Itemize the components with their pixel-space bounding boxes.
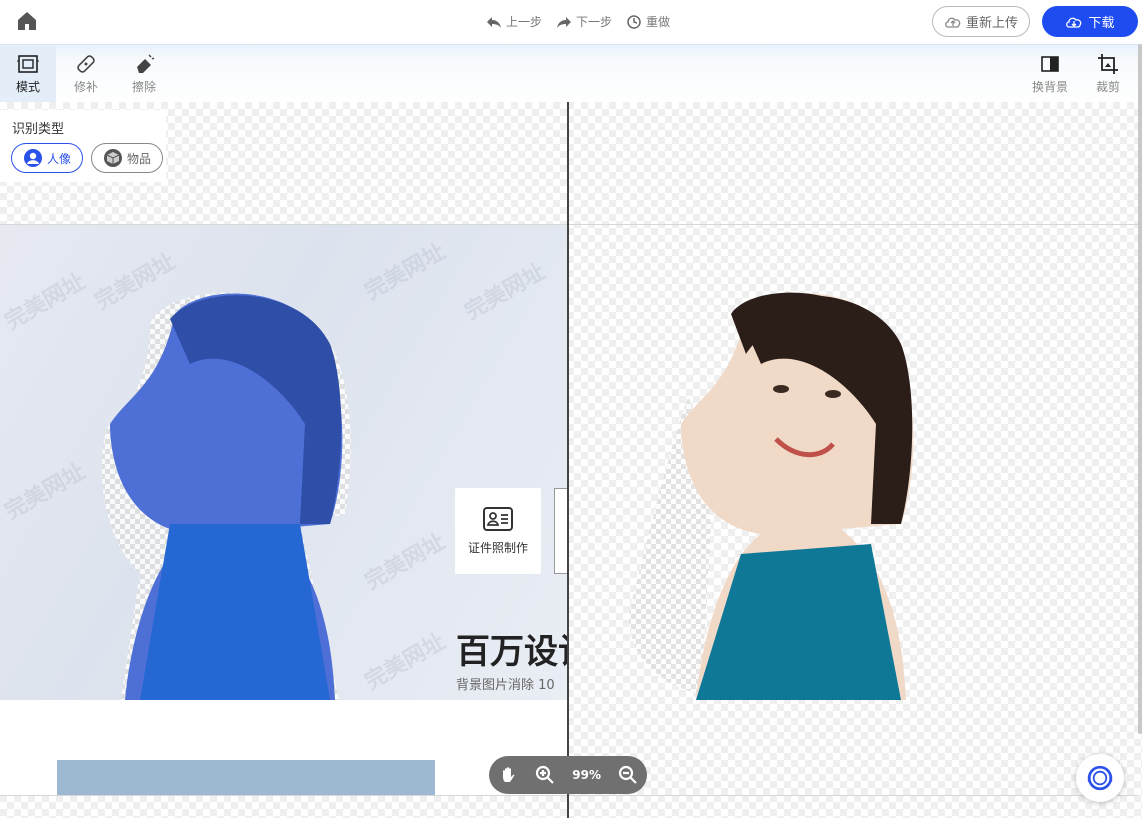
redo-label: 下一步 <box>576 15 613 29</box>
recognition-option-person-label: 人像 <box>47 151 72 166</box>
tool-patch[interactable]: 修补 <box>58 45 114 103</box>
tool-patch-label: 修补 <box>73 80 98 94</box>
eraser-icon <box>137 54 155 73</box>
tool-crop[interactable]: 裁剪 <box>1080 45 1136 103</box>
tool-swap-background[interactable]: 换背景 <box>1022 45 1078 103</box>
original-image-banner <box>57 760 435 796</box>
cloud-download-icon <box>1066 17 1082 28</box>
tool-crop-label: 裁剪 <box>1095 80 1120 94</box>
zoom-controls: 99% <box>489 756 647 794</box>
crop-icon <box>1098 54 1118 74</box>
recognition-option-object[interactable]: 物品 <box>91 143 163 173</box>
mode-icon <box>17 55 39 73</box>
cutout-result-image <box>629 292 914 700</box>
reset-button[interactable]: 重做 <box>626 13 670 30</box>
compare-divider[interactable] <box>567 102 569 818</box>
promo-card-label: 证件照制作 <box>467 540 528 555</box>
redo-button[interactable]: 下一步 <box>556 13 612 30</box>
recognition-option-object-label: 物品 <box>127 151 152 166</box>
undo-button[interactable]: 上一步 <box>486 13 542 30</box>
redo-icon <box>557 16 572 28</box>
top-bar: 上一步 下一步 重做 重新上传 下载 <box>0 0 1142 44</box>
cloud-upload-icon <box>945 17 961 28</box>
original-image-preview: 完美网址 完美网址 完美网址 完美网址 完美网址 完美网址 完美网址 百万设计 … <box>0 224 567 700</box>
promo-subtitle: 背景图片消除 10 <box>456 678 555 693</box>
history-reset-icon <box>627 14 641 29</box>
patch-brush-icon <box>77 55 95 73</box>
recognition-title: 识别类型 <box>12 122 65 137</box>
undo-icon <box>487 16 501 28</box>
tool-erase-label: 擦除 <box>131 80 156 94</box>
download-button[interactable]: 下载 <box>1042 6 1138 37</box>
tool-swap-background-label: 换背景 <box>1031 80 1068 94</box>
reupload-button[interactable]: 重新上传 <box>932 6 1030 37</box>
reset-label: 重做 <box>646 15 671 29</box>
home-icon[interactable] <box>16 10 38 32</box>
hand-pan-icon[interactable] <box>498 765 518 785</box>
guide-line <box>0 795 1138 796</box>
edit-toolbar: 模式 修补 擦除 换背景 裁剪 <box>0 44 1142 103</box>
zoom-in-icon[interactable] <box>535 765 555 785</box>
customer-support-button[interactable] <box>1076 754 1124 802</box>
swap-background-icon <box>1041 56 1059 72</box>
promo-title: 百万设计 <box>456 632 567 672</box>
promo-card-partial <box>554 488 567 574</box>
download-label: 下载 <box>1088 16 1115 31</box>
zoom-out-icon[interactable] <box>618 765 638 785</box>
reupload-label: 重新上传 <box>965 16 1018 31</box>
person-icon <box>24 149 42 167</box>
id-card-icon <box>483 506 513 531</box>
undo-label: 上一步 <box>506 15 543 29</box>
headset-icon <box>1087 765 1113 791</box>
tool-erase[interactable]: 擦除 <box>116 45 172 103</box>
object-icon <box>104 149 122 167</box>
tool-mode[interactable]: 模式 <box>0 45 56 103</box>
vertical-scrollbar[interactable] <box>1138 44 1142 734</box>
guide-line <box>0 224 1138 225</box>
zoom-level: 99% <box>572 768 602 782</box>
history-controls: 上一步 下一步 重做 <box>486 13 670 30</box>
recognition-option-person[interactable]: 人像 <box>11 143 83 173</box>
tool-mode-label: 模式 <box>15 80 40 94</box>
promo-card-id-photo: 证件照制作 <box>455 488 541 574</box>
